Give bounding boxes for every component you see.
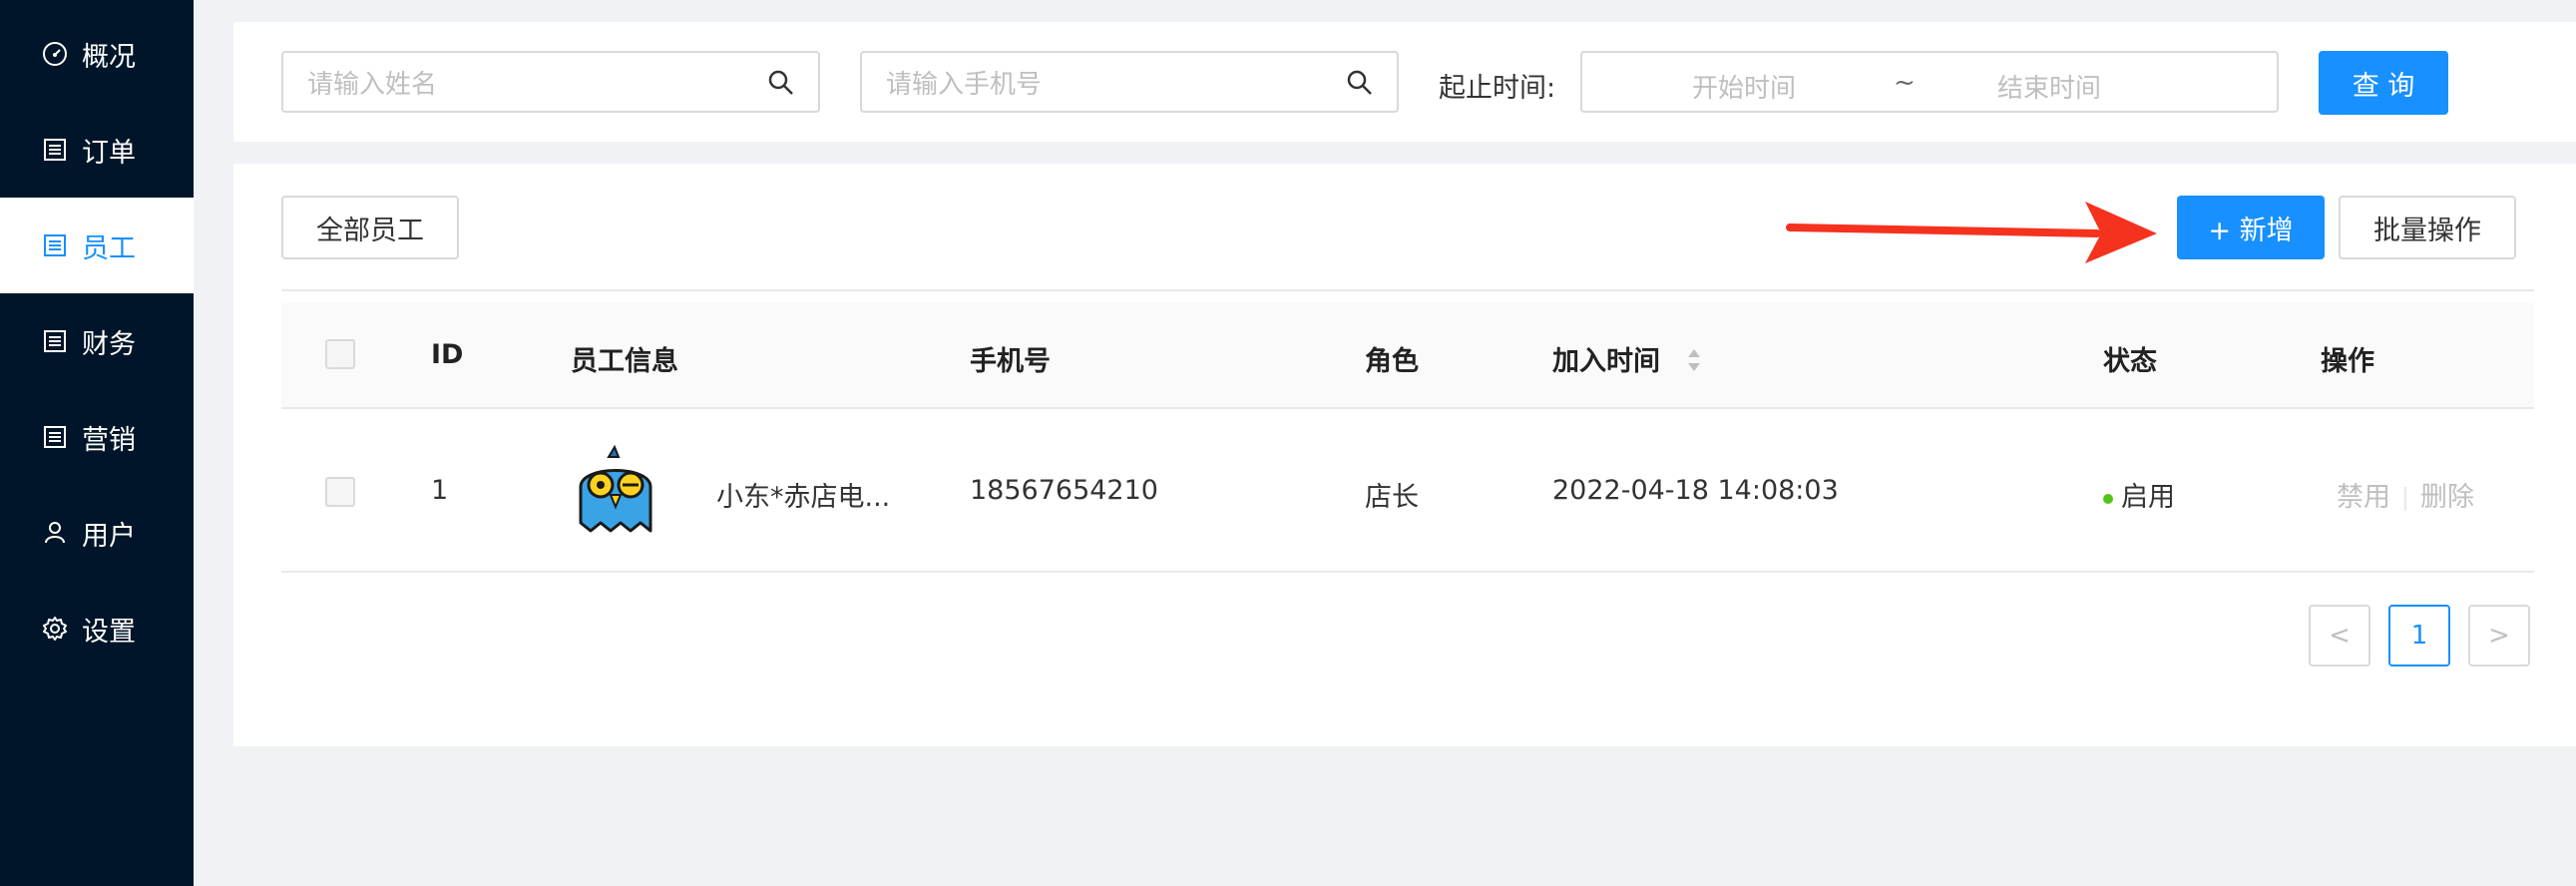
sort-icon[interactable] bbox=[1686, 347, 1702, 373]
phone-search-input[interactable]: 请输入手机号 bbox=[860, 51, 1399, 113]
annotation-arrow-icon bbox=[1786, 202, 2157, 263]
gear-icon bbox=[40, 614, 70, 644]
user-icon bbox=[40, 518, 70, 548]
column-header-phone: 手机号 bbox=[970, 346, 1051, 377]
column-header-role: 角色 bbox=[1365, 346, 1419, 377]
delete-action-link[interactable]: 删除 bbox=[2420, 482, 2474, 513]
staff-joined-time: 2022-04-18 14:08:03 bbox=[1552, 475, 1839, 506]
table-header: ID 员工信息 手机号 角色 加入时间 状态 操作 bbox=[281, 303, 2534, 409]
sidebar-item-label: 设置 bbox=[82, 616, 136, 648]
dashboard-icon bbox=[40, 39, 70, 69]
column-header-id: ID bbox=[431, 339, 464, 370]
action-separator bbox=[2404, 486, 2406, 511]
sidebar-item-label: 营销 bbox=[82, 424, 136, 456]
column-header-joined[interactable]: 加入时间 bbox=[1552, 339, 1660, 378]
search-icon[interactable] bbox=[766, 68, 796, 98]
status-badge: 启用 bbox=[2103, 475, 2175, 514]
sidebar-item-staff[interactable]: 员工 bbox=[0, 198, 194, 293]
column-header-info: 员工信息 bbox=[571, 346, 678, 377]
staff-name: 小东*赤店电... bbox=[716, 482, 891, 513]
end-time-input[interactable]: 结束时间 bbox=[1997, 68, 2101, 105]
sidebar-item-marketing[interactable]: 营销 bbox=[0, 389, 194, 485]
sidebar: 概况 订单 员工 财务 营销 用户 设置 bbox=[0, 0, 194, 886]
select-all-checkbox[interactable] bbox=[325, 339, 355, 369]
next-page-button[interactable]: > bbox=[2468, 605, 2530, 666]
search-icon[interactable] bbox=[1345, 68, 1375, 98]
staff-phone: 18567654210 bbox=[970, 475, 1158, 506]
phone-search-placeholder: 请输入手机号 bbox=[886, 69, 1043, 100]
range-separator: ~ bbox=[1894, 68, 1916, 98]
staff-list-panel: 全部员工 + 新增 批量操作 ID 员工信息 手机号 角色 加入时间 状态 操作… bbox=[233, 164, 2576, 746]
date-range-picker[interactable]: 开始时间 ~ 结束时间 bbox=[1580, 51, 2279, 113]
search-panel: 请输入姓名 请输入手机号 起止时间: 开始时间 ~ 结束时间 查 询 bbox=[233, 22, 2576, 142]
sidebar-item-label: 概况 bbox=[82, 41, 136, 73]
all-staff-button[interactable]: 全部员工 bbox=[281, 196, 459, 259]
name-search-input[interactable]: 请输入姓名 bbox=[281, 51, 820, 113]
sidebar-item-label: 用户 bbox=[82, 520, 136, 552]
sidebar-item-label: 订单 bbox=[82, 137, 136, 169]
sidebar-item-finance[interactable]: 财务 bbox=[0, 293, 194, 389]
sidebar-item-users[interactable]: 用户 bbox=[0, 485, 194, 581]
list-icon bbox=[40, 422, 70, 452]
column-header-status: 状态 bbox=[2103, 346, 2157, 377]
time-range-label: 起止时间: bbox=[1439, 73, 1556, 104]
add-staff-button[interactable]: + 新增 bbox=[2177, 196, 2325, 259]
prev-page-button[interactable]: < bbox=[2309, 605, 2370, 666]
status-dot bbox=[2103, 493, 2113, 504]
row-checkbox[interactable] bbox=[325, 477, 355, 507]
name-search-placeholder: 请输入姓名 bbox=[307, 69, 438, 100]
list-icon bbox=[40, 230, 70, 260]
start-time-input[interactable]: 开始时间 bbox=[1692, 68, 1796, 105]
avatar bbox=[579, 445, 652, 533]
staff-role: 店长 bbox=[1365, 482, 1419, 513]
divider bbox=[281, 289, 2534, 291]
staff-id: 1 bbox=[431, 475, 449, 506]
sidebar-item-label: 财务 bbox=[82, 328, 136, 360]
query-button[interactable]: 查 询 bbox=[2319, 51, 2448, 115]
status-text: 启用 bbox=[2121, 482, 2175, 513]
list-icon bbox=[40, 326, 70, 356]
sidebar-item-overview[interactable]: 概况 bbox=[0, 6, 194, 102]
row-actions: 禁用 删除 bbox=[2337, 475, 2474, 514]
list-icon bbox=[40, 135, 70, 165]
disable-action-link[interactable]: 禁用 bbox=[2337, 482, 2390, 513]
column-header-actions: 操作 bbox=[2321, 346, 2374, 377]
sidebar-item-settings[interactable]: 设置 bbox=[0, 581, 194, 676]
sidebar-item-orders[interactable]: 订单 bbox=[0, 102, 194, 198]
batch-operation-button[interactable]: 批量操作 bbox=[2339, 196, 2516, 259]
table-row: 1 小东*赤店电... 18567654210 店长 2022-04-18 14… bbox=[281, 409, 2534, 573]
page-1-button[interactable]: 1 bbox=[2388, 605, 2450, 666]
sidebar-item-label: 员工 bbox=[82, 232, 136, 264]
